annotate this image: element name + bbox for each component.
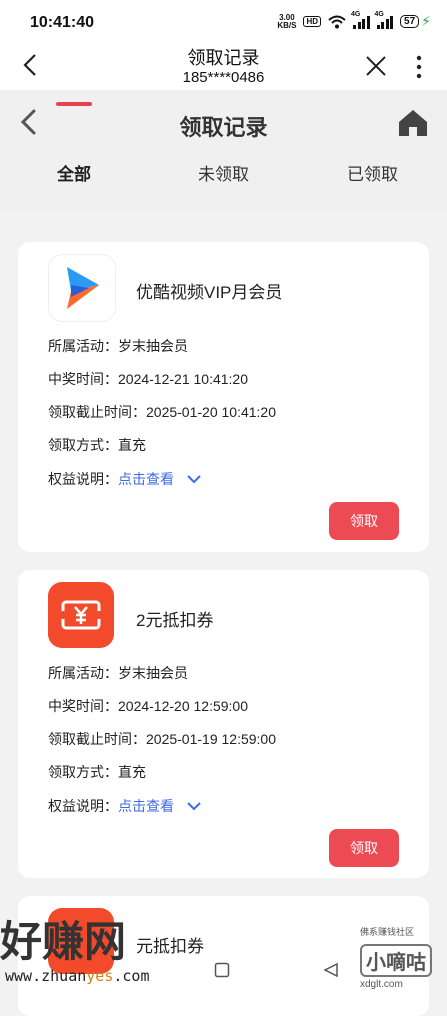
prize-name: 2元抵扣券 bbox=[136, 611, 214, 630]
battery-icon: 57 ⚡ bbox=[400, 13, 431, 30]
signal-icon-2: 4G bbox=[375, 11, 394, 29]
watermark-url: www.zhuanyes.com bbox=[5, 967, 150, 985]
active-tab-indicator bbox=[56, 102, 92, 106]
clock: 10:41:40 bbox=[30, 14, 95, 31]
deadline-row: 领取截止时间：2025-01-20 10:41:20 bbox=[48, 404, 276, 420]
record-card: 优酷视频VIP月会员 所属活动：岁末抽会员 中奖时间：2024-12-21 10… bbox=[18, 242, 429, 552]
back-nav-icon[interactable] bbox=[323, 962, 339, 978]
close-icon[interactable] bbox=[364, 54, 388, 78]
claim-button[interactable]: 领取 bbox=[329, 502, 399, 540]
claim-button[interactable]: 领取 bbox=[329, 829, 399, 867]
filter-tabs: 全部 未领取 已领取 bbox=[0, 160, 447, 200]
more-icon[interactable] bbox=[410, 54, 428, 80]
tab-all[interactable]: 全部 bbox=[57, 160, 91, 185]
home-nav-icon[interactable] bbox=[214, 962, 230, 978]
chevron-down-icon[interactable] bbox=[186, 801, 202, 811]
activity-row: 所属活动：岁末抽会员 bbox=[48, 338, 188, 354]
tab-claimed[interactable]: 已领取 bbox=[347, 160, 398, 185]
youku-logo-icon bbox=[48, 254, 116, 322]
hd-icon: HD bbox=[303, 16, 322, 27]
charging-icon: ⚡ bbox=[421, 13, 431, 29]
benefit-row: 权益说明：点击查看 bbox=[48, 796, 202, 816]
top-app-bar: 领取记录 185****0486 bbox=[0, 44, 447, 90]
tab-unclaimed[interactable]: 未领取 bbox=[198, 160, 249, 185]
status-bar: 10:41:40 3.00 KB/S HD 4G 4G 57 ⚡ bbox=[0, 0, 447, 44]
coupon-icon bbox=[48, 582, 114, 648]
prize-name: 优酷视频VIP月会员 bbox=[136, 283, 283, 302]
method-row: 领取方式：直充 bbox=[48, 437, 146, 453]
chevron-down-icon[interactable] bbox=[186, 474, 202, 484]
view-details-link[interactable]: 点击查看 bbox=[118, 471, 174, 487]
activity-row: 所属活动：岁末抽会员 bbox=[48, 665, 188, 681]
win-time-row: 中奖时间：2024-12-20 12:59:00 bbox=[48, 698, 248, 714]
status-icons: 3.00 KB/S HD 4G 4G 57 ⚡ bbox=[277, 11, 431, 30]
benefit-row: 权益说明：点击查看 bbox=[48, 469, 202, 489]
records-title: 领取记录 bbox=[179, 115, 268, 140]
view-details-link[interactable]: 点击查看 bbox=[118, 798, 174, 814]
watermark-badge: 佛系赚钱社区 小嘀咕 xdglt.com bbox=[360, 925, 440, 995]
network-speed: 3.00 KB/S bbox=[277, 12, 297, 30]
records-header: 领取记录 全部 未领取 已领取 bbox=[0, 90, 447, 212]
prize-name: 元抵扣券 bbox=[136, 937, 204, 956]
watermark-logo: 好赚网 bbox=[0, 917, 127, 966]
deadline-row: 领取截止时间：2025-01-19 12:59:00 bbox=[48, 731, 276, 747]
method-row: 领取方式：直充 bbox=[48, 764, 146, 780]
win-time-row: 中奖时间：2024-12-21 10:41:20 bbox=[48, 371, 248, 387]
signal-icon-1: 4G bbox=[351, 11, 370, 29]
record-card: 2元抵扣券 所属活动：岁末抽会员 中奖时间：2024-12-20 12:59:0… bbox=[18, 570, 429, 878]
home-icon[interactable] bbox=[397, 108, 429, 138]
wifi-icon bbox=[328, 15, 346, 28]
